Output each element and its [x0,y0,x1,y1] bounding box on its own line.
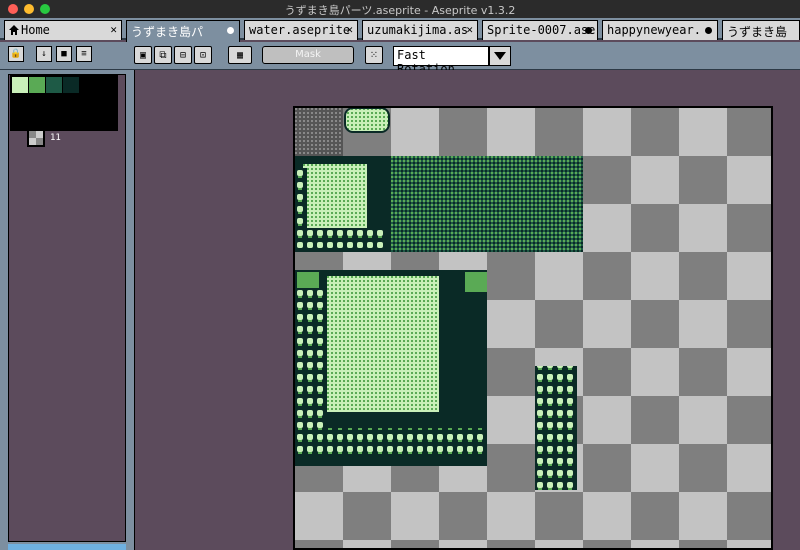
selection-intersect-icon[interactable]: ⊡ [194,46,212,64]
window-title: うずまき島パーツ.aseprite - Aseprite v1.3.2 [284,4,516,17]
context-toolbar: ▣ ⧉ ⊟ ⊡ ▦ Mask ⁙ Fast Rotation [0,42,800,76]
tab-label: うずまき島パ [131,25,204,39]
tile-label: 11 [50,133,61,143]
tab-uzumakijima[interactable]: uzumakijima.as ✕ [362,20,478,40]
tab-uzumaki-2[interactable]: うずまき島 [722,20,800,40]
palette-swatch[interactable] [63,77,79,93]
tab-label: happynewyear. [607,23,701,37]
rotation-algorithm-select[interactable]: Fast Rotation [393,46,489,76]
lock-icon[interactable]: 🔒 [8,46,24,62]
palette-panel: 11 [8,74,126,542]
palette-swatch[interactable] [46,77,62,93]
close-icon[interactable]: ✕ [110,23,117,36]
transparent-color-icon[interactable]: ▦ [228,46,252,64]
color-bar[interactable] [8,544,126,550]
mask-button[interactable]: Mask [262,46,354,64]
tile-preview[interactable] [27,131,45,147]
canvas-area[interactable] [134,70,800,550]
pivot-icon[interactable]: ⁙ [365,46,383,64]
selection-add-icon[interactable]: ⧉ [154,46,172,64]
modified-dot-icon[interactable] [705,27,712,34]
tab-uzumaki-parts[interactable]: うずまき島パ [126,20,240,42]
home-icon [9,25,19,35]
square-icon[interactable]: ■ [56,46,72,62]
tab-happynewyear[interactable]: happynewyear. [602,20,718,40]
tab-label: uzumakijima.as [367,23,469,37]
chevron-down-icon [494,52,506,60]
close-icon[interactable]: ✕ [466,23,473,36]
palette-swatch[interactable] [12,77,28,93]
modified-dot-icon[interactable] [585,27,592,34]
rotation-dropdown-button[interactable] [489,46,511,66]
tab-label: water.aseprite [249,23,351,37]
selection-subtract-icon[interactable]: ⊟ [174,46,192,64]
palette-grid [10,75,118,131]
sprite-artwork [295,108,583,490]
tab-label: うずまき島 [727,25,788,39]
tab-water[interactable]: water.aseprite ✕ [244,20,358,40]
close-icon[interactable]: ✕ [346,23,353,36]
tab-sprite-0007[interactable]: Sprite-0007.ase [482,20,598,40]
tab-home[interactable]: Home ✕ [4,20,122,40]
tile-preview-image [29,131,43,145]
palette-swatch[interactable] [29,77,45,93]
sprite-canvas[interactable] [293,106,773,550]
tab-label: Sprite-0007.ase [487,23,596,37]
title-bar: うずまき島パーツ.aseprite - Aseprite v1.3.2 [0,0,800,18]
download-icon[interactable]: ↓ [36,46,52,62]
tab-label: Home [21,23,50,37]
left-panel: 🔒 ↓ ■ ≡ 11 [0,46,134,550]
menu-icon[interactable]: ≡ [76,46,92,62]
modified-dot-icon[interactable] [227,27,234,34]
selection-replace-icon[interactable]: ▣ [134,46,152,64]
tab-strip: Home ✕ うずまき島パ water.aseprite ✕ uzumakiji… [0,18,800,42]
